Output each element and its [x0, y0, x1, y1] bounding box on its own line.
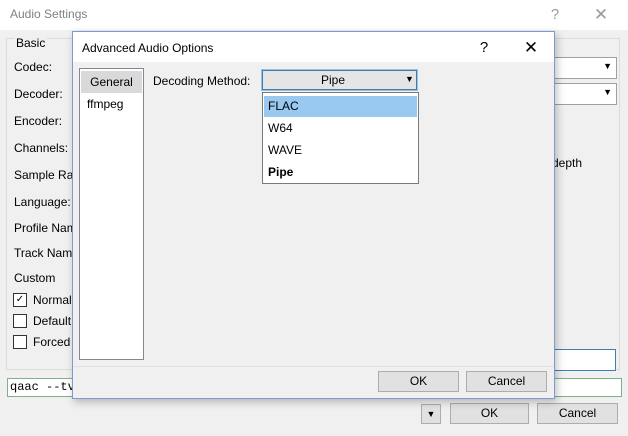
- ok-button[interactable]: OK: [378, 371, 459, 392]
- default-checkbox[interactable]: [13, 314, 27, 328]
- help-icon[interactable]: ?: [541, 4, 569, 26]
- chevron-down-icon: ▼: [603, 87, 612, 97]
- codec-label: Codec:: [14, 60, 53, 74]
- forced-checkbox-label: Forced: [33, 335, 71, 349]
- advanced-audio-options-dialog: Advanced Audio Options ? ✕ General ffmpe…: [72, 31, 555, 399]
- profile-name-label: Profile Nam: [14, 221, 77, 235]
- options-nav-list: General ffmpeg: [79, 68, 144, 360]
- language-label: Language:: [14, 195, 71, 209]
- audio-settings-title: Audio Settings: [10, 7, 88, 21]
- track-name-label: Track Nam: [14, 246, 73, 260]
- decoding-method-value: Pipe: [320, 73, 346, 87]
- encoder-label: Encoder:: [14, 114, 63, 128]
- nav-item-general[interactable]: General: [81, 71, 142, 93]
- option-w64[interactable]: W64: [264, 118, 417, 139]
- normal-checkbox[interactable]: ✓: [13, 293, 27, 307]
- sample-rate-label: Sample Rat: [14, 168, 77, 182]
- option-pipe[interactable]: Pipe: [264, 162, 417, 183]
- forced-checkbox[interactable]: [13, 335, 27, 349]
- close-icon[interactable]: ✕: [587, 4, 615, 26]
- chevron-down-icon: ▼: [603, 61, 612, 71]
- nav-item-ffmpeg[interactable]: ffmpeg: [78, 93, 123, 115]
- decoding-method-dropdown: FLAC W64 WAVE Pipe: [262, 92, 419, 184]
- decoding-method-select[interactable]: Pipe ▼: [261, 69, 418, 91]
- chevron-down-icon: ▼: [405, 74, 414, 84]
- channels-label: Channels:: [14, 141, 69, 155]
- close-icon[interactable]: ✕: [517, 37, 545, 59]
- button-bar-divider: [73, 366, 554, 367]
- option-wave[interactable]: WAVE: [264, 140, 417, 161]
- bit-depth-label: depth: [552, 156, 583, 170]
- menu-dropdown-button[interactable]: ▼: [421, 404, 441, 424]
- option-flac[interactable]: FLAC: [264, 96, 417, 117]
- help-icon[interactable]: ?: [470, 37, 498, 59]
- ok-button[interactable]: OK: [450, 403, 529, 424]
- custom-field[interactable]: [552, 349, 616, 371]
- default-checkbox-label: Default: [33, 314, 72, 328]
- basic-group-label: Basic: [14, 36, 48, 50]
- decoding-method-label: Decoding Method:: [153, 74, 251, 88]
- audio-settings-titlebar: Audio Settings ? ✕: [0, 0, 628, 30]
- dialog-titlebar: Advanced Audio Options ? ✕: [73, 32, 554, 62]
- normal-checkbox-label: Normal: [33, 293, 72, 307]
- custom-label: Custom: [14, 271, 56, 285]
- cancel-button[interactable]: Cancel: [466, 371, 547, 392]
- dialog-title: Advanced Audio Options: [82, 41, 214, 55]
- cancel-button[interactable]: Cancel: [537, 403, 618, 424]
- decoder-label: Decoder:: [14, 87, 63, 101]
